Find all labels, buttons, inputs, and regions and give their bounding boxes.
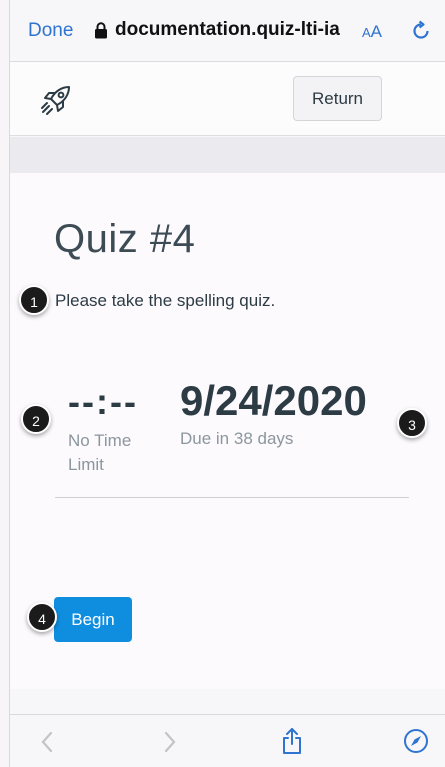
due-date-label: Due in 38 days — [180, 429, 294, 448]
quiz-card: Quiz #4 Please take the spelling quiz. -… — [10, 173, 445, 689]
text-size-large-label: A — [370, 22, 383, 41]
divider — [55, 497, 409, 498]
text-size-small-label: A — [362, 25, 371, 40]
chevron-right-icon[interactable] — [163, 731, 177, 753]
time-limit-label: No Time Limit — [68, 431, 132, 474]
browser-bottom-bar — [10, 714, 445, 767]
quiz-title: Quiz #4 — [54, 217, 196, 261]
compass-icon[interactable] — [403, 728, 429, 754]
begin-button[interactable]: Begin — [54, 597, 132, 642]
rocket-icon — [41, 86, 70, 115]
url-field[interactable]: documentation.quiz-lti-ia — [115, 19, 352, 41]
share-icon[interactable] — [280, 727, 304, 755]
done-button[interactable]: Done — [28, 20, 73, 42]
return-button[interactable]: Return — [293, 76, 382, 121]
browser-top-bar: Done documentation.quiz-lti-ia AA — [10, 0, 445, 62]
chevron-left-icon[interactable] — [40, 731, 54, 753]
marker-3: 3 — [397, 408, 427, 438]
lock-icon — [95, 22, 107, 39]
quiz-description: Please take the spelling quiz. — [55, 291, 276, 310]
browser-frame: Done documentation.quiz-lti-ia AA Return — [9, 0, 445, 767]
marker-4: 4 — [27, 602, 57, 632]
text-size-button[interactable]: AA — [362, 22, 382, 42]
reload-icon[interactable] — [410, 20, 432, 42]
marker-1: 1 — [19, 285, 49, 315]
marker-2: 2 — [21, 404, 51, 434]
app-header: Return — [10, 62, 445, 136]
header-spacer — [10, 137, 445, 173]
time-limit-value: --:-- — [68, 381, 138, 422]
due-date-value: 9/24/2020 — [180, 377, 367, 424]
